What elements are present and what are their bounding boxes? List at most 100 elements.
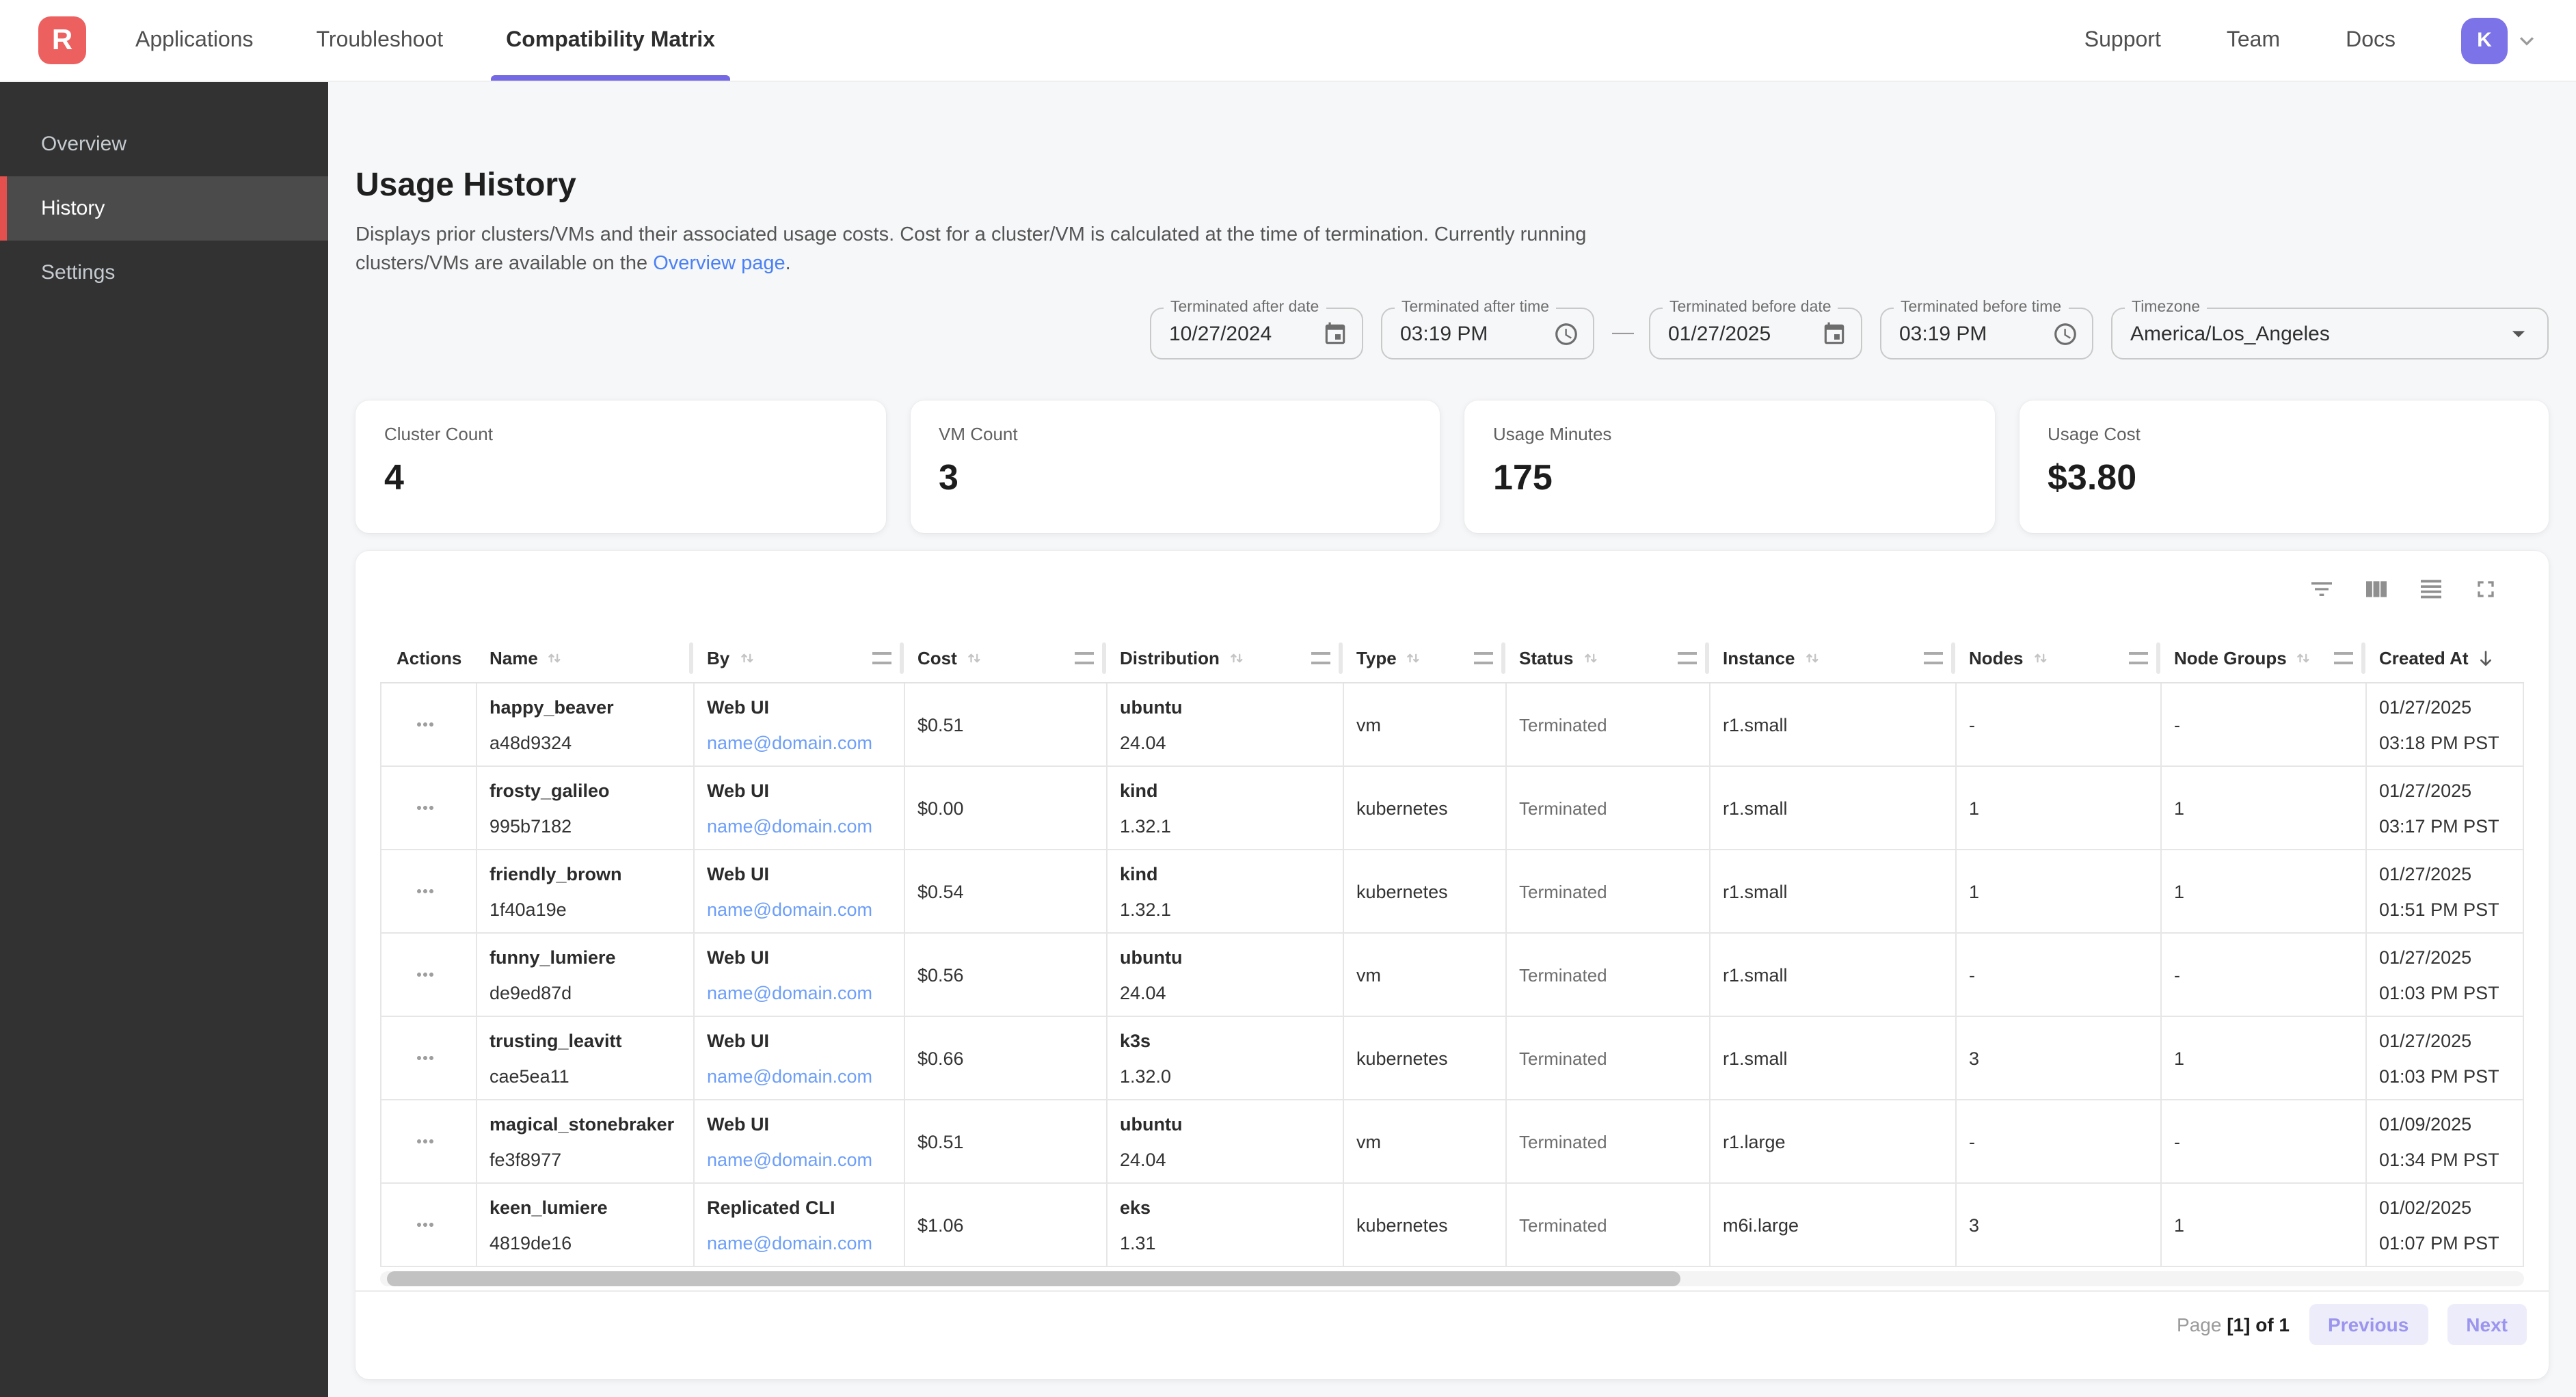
row-actions-button[interactable] — [410, 1043, 440, 1073]
more-horizontal-icon — [412, 1046, 437, 1070]
cell-status: Terminated — [1507, 1100, 1710, 1182]
tab-applications[interactable]: Applications — [135, 0, 254, 81]
email-link[interactable]: name@domain.com — [707, 1149, 896, 1169]
avatar[interactable]: K — [2461, 17, 2508, 64]
column-header-by[interactable]: By — [693, 634, 904, 682]
terminated-before-time-input[interactable]: Terminated before time 03:19 PM — [1880, 308, 2093, 360]
columns-icon[interactable] — [2363, 575, 2390, 603]
clock-icon[interactable] — [1553, 321, 1579, 347]
next-button[interactable]: Next — [2447, 1304, 2527, 1345]
cell-text: 1.31 — [1120, 1232, 1334, 1253]
cell-text: trusting_leavitt — [489, 1030, 685, 1050]
field-label: Terminated after time — [1395, 299, 1556, 316]
sort-icon — [2030, 648, 2050, 668]
cell-instance: r1.small — [1710, 934, 1957, 1016]
cell-type: vm — [1344, 934, 1507, 1016]
cell-text: 01:03 PM PST — [2379, 982, 2513, 1003]
row-actions-button[interactable] — [410, 960, 440, 990]
app-logo[interactable]: R — [38, 16, 86, 64]
cell-cost: $0.51 — [905, 683, 1108, 765]
column-header-cost[interactable]: Cost — [904, 634, 1106, 682]
column-menu-icon[interactable] — [2334, 652, 2353, 664]
nav-link-docs[interactable]: Docs — [2346, 28, 2396, 53]
filter-icon[interactable] — [2308, 575, 2335, 603]
dropdown-caret-icon[interactable] — [2504, 318, 2534, 349]
cell-name: frosty_galileo995b7182 — [477, 767, 695, 849]
usage-table: ActionsNameByCostDistributionTypeStatusI… — [380, 634, 2524, 1267]
cell-by: Web UIname@domain.com — [695, 683, 905, 765]
field-value: 03:19 PM — [1899, 322, 2052, 345]
row-actions-button[interactable] — [410, 1126, 440, 1156]
terminated-after-time-input[interactable]: Terminated after time 03:19 PM — [1381, 308, 1594, 360]
cell-nodes: - — [1957, 683, 2162, 765]
column-header-instance[interactable]: Instance — [1709, 634, 1955, 682]
column-menu-icon[interactable] — [1474, 652, 1493, 664]
column-header-type[interactable]: Type — [1343, 634, 1505, 682]
page-indicator: Page [1] of 1 — [2177, 1314, 2290, 1335]
cell-nodes: 3 — [1957, 1184, 2162, 1266]
previous-button[interactable]: Previous — [2309, 1304, 2428, 1345]
nav-link-support[interactable]: Support — [2084, 28, 2161, 53]
cell-distribution: ubuntu24.04 — [1108, 934, 1344, 1016]
timezone-select[interactable]: Timezone America/Los_Angeles — [2111, 308, 2549, 360]
cell-text: 03:17 PM PST — [2379, 815, 2513, 836]
user-menu[interactable]: K — [2461, 17, 2540, 64]
email-link[interactable]: name@domain.com — [707, 982, 896, 1003]
cell-node_groups: - — [2162, 683, 2367, 765]
sidebar-item-history[interactable]: History — [0, 176, 328, 241]
sidebar-item-overview[interactable]: Overview — [0, 112, 328, 176]
cell-status: Terminated — [1507, 1184, 1710, 1266]
cell-cost: $0.66 — [905, 1017, 1108, 1099]
sidebar-item-settings[interactable]: Settings — [0, 241, 328, 305]
column-header-nodes[interactable]: Nodes — [1955, 634, 2160, 682]
cell-text: 01:03 PM PST — [2379, 1066, 2513, 1086]
terminated-before-date-input[interactable]: Terminated before date 01/27/2025 — [1649, 308, 1862, 360]
density-icon[interactable] — [2417, 575, 2445, 603]
overview-page-link[interactable]: Overview page — [653, 253, 785, 275]
clock-icon[interactable] — [2052, 321, 2078, 347]
nav-link-team[interactable]: Team — [2227, 28, 2280, 53]
column-menu-icon[interactable] — [1678, 652, 1697, 664]
chevron-down-icon[interactable] — [2513, 27, 2540, 54]
column-menu-icon[interactable] — [2129, 652, 2148, 664]
cell-type: kubernetes — [1344, 850, 1507, 932]
more-horizontal-icon — [412, 879, 437, 904]
column-label: Name — [489, 648, 538, 668]
row-actions-button[interactable] — [410, 1210, 440, 1240]
email-link[interactable]: name@domain.com — [707, 899, 896, 919]
calendar-icon[interactable] — [1821, 321, 1847, 347]
terminated-after-date-input[interactable]: Terminated after date 10/27/2024 — [1150, 308, 1363, 360]
cell-node_groups: - — [2162, 934, 2367, 1016]
cell-text: ubuntu — [1120, 696, 1334, 717]
stat-card-usage-cost: Usage Cost $3.80 — [2019, 401, 2549, 533]
cell-instance: r1.small — [1710, 1017, 1957, 1099]
tab-troubleshoot[interactable]: Troubleshoot — [317, 0, 444, 81]
column-header-created_at[interactable]: Created At — [2365, 634, 2520, 682]
scrollbar-thumb[interactable] — [387, 1271, 1680, 1286]
column-header-name[interactable]: Name — [476, 634, 693, 682]
row-actions-button[interactable] — [410, 709, 440, 740]
column-menu-icon[interactable] — [872, 652, 891, 664]
nav-right: Support Team Docs K — [2084, 17, 2576, 64]
tab-compatibility-matrix[interactable]: Compatibility Matrix — [506, 0, 715, 81]
column-menu-icon[interactable] — [1075, 652, 1094, 664]
fullscreen-icon[interactable] — [2472, 575, 2499, 603]
calendar-icon[interactable] — [1322, 321, 1348, 347]
email-link[interactable]: name@domain.com — [707, 815, 896, 836]
column-menu-icon[interactable] — [1311, 652, 1330, 664]
email-link[interactable]: name@domain.com — [707, 1066, 896, 1086]
column-header-distribution[interactable]: Distribution — [1106, 634, 1343, 682]
column-header-status[interactable]: Status — [1505, 634, 1709, 682]
horizontal-scrollbar[interactable] — [380, 1271, 2524, 1286]
column-menu-icon[interactable] — [1924, 652, 1943, 664]
cell-node_groups: - — [2162, 1100, 2367, 1182]
email-link[interactable]: name@domain.com — [707, 1232, 896, 1253]
email-link[interactable]: name@domain.com — [707, 732, 896, 752]
cell-text: de9ed87d — [489, 982, 685, 1003]
column-header-node_groups[interactable]: Node Groups — [2160, 634, 2365, 682]
row-actions-button[interactable] — [410, 793, 440, 823]
cell-text: 01/27/2025 — [2379, 780, 2513, 800]
row-actions-button[interactable] — [410, 876, 440, 906]
stat-value: 175 — [1493, 457, 1965, 499]
cell-by: Web UIname@domain.com — [695, 1100, 905, 1182]
